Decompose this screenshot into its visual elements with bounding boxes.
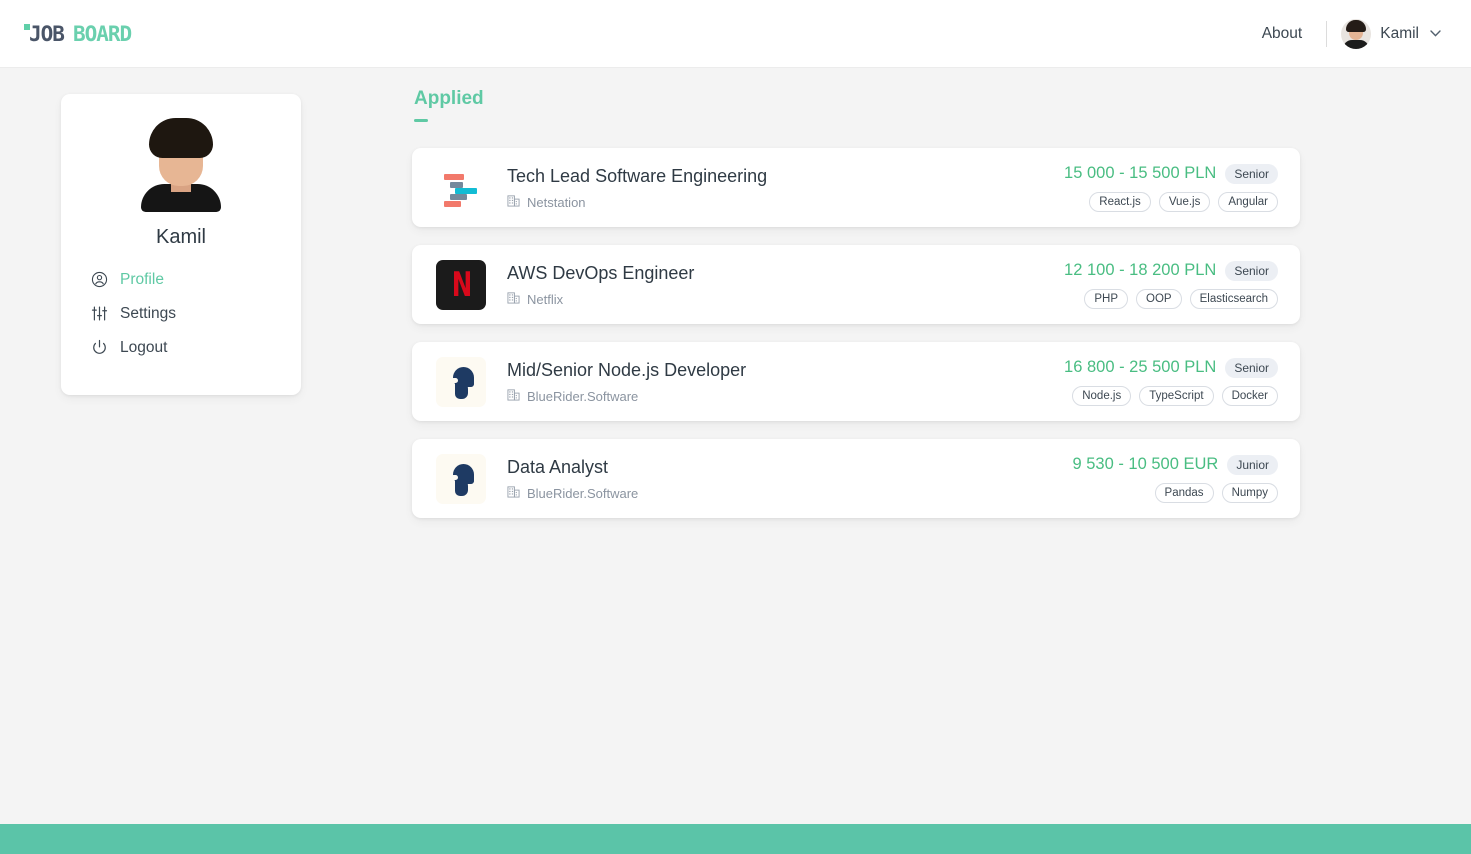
job-meta: 15 000 - 15 500 PLN Senior React.js Vue.… [1064, 163, 1278, 212]
top-header: JOB BOARD About Kamil [0, 0, 1471, 68]
job-salary: 15 000 - 15 500 PLN [1064, 164, 1217, 182]
profile-name: Kamil [155, 226, 206, 248]
logo-text-job: JOB [29, 21, 65, 46]
job-salary: 12 100 - 18 200 PLN [1064, 261, 1217, 279]
job-card[interactable]: N AWS DevOps Engineer Netflix 12 100 - 1… [412, 245, 1300, 324]
job-info: Tech Lead Software Engineering Netstatio… [507, 165, 767, 211]
profile-sidebar-card: Kamil Profile Settings Logout [61, 94, 301, 395]
job-tag[interactable]: TypeScript [1139, 385, 1214, 406]
job-tag[interactable]: Docker [1221, 385, 1278, 406]
job-salary: 9 530 - 10 500 EUR [1072, 455, 1219, 473]
job-card[interactable]: Mid/Senior Node.js Developer BlueRider.S… [412, 342, 1300, 421]
job-level-badge: Senior [1225, 357, 1278, 378]
job-tag[interactable]: React.js [1089, 191, 1151, 212]
job-info: Mid/Senior Node.js Developer BlueRider.S… [507, 359, 746, 405]
job-title: AWS DevOps Engineer [507, 262, 695, 283]
job-tag[interactable]: Node.js [1072, 385, 1132, 406]
sidebar-item-label: Settings [120, 304, 177, 322]
job-tag[interactable]: Angular [1218, 191, 1278, 212]
job-company-name: Netstation [527, 194, 586, 210]
job-title: Mid/Senior Node.js Developer [507, 359, 747, 380]
profile-avatar [133, 116, 229, 212]
job-tags: PHP OOP Elasticsearch [1084, 288, 1278, 309]
sidebar-item-label: Logout [120, 338, 168, 356]
job-tags: Pandas Numpy [1154, 482, 1278, 503]
avatar [1341, 18, 1372, 49]
job-company: BlueRider.Software [507, 485, 638, 501]
bluerider-logo-icon [436, 356, 486, 407]
job-info: Data Analyst BlueRider.Software [507, 456, 638, 502]
netflix-logo-letter: N [451, 264, 472, 305]
job-level-badge: Junior [1227, 454, 1278, 475]
job-tag[interactable]: PHP [1084, 288, 1129, 309]
sidebar-item-profile[interactable]: Profile [91, 267, 301, 292]
building-icon [507, 194, 520, 210]
sidebar-menu: Profile Settings Logout [61, 267, 301, 360]
job-tag[interactable]: Numpy [1221, 482, 1278, 503]
job-tag[interactable]: Elasticsearch [1189, 288, 1278, 309]
user-menu-label: Kamil [1380, 24, 1419, 42]
job-card[interactable]: Tech Lead Software Engineering Netstatio… [412, 148, 1300, 227]
netflix-logo-icon: N [436, 259, 486, 310]
main-content: Applied Tech Lead Software Engineering N… [412, 88, 1300, 536]
job-salary-row: 9 530 - 10 500 EUR Junior [1072, 454, 1278, 475]
job-meta: 12 100 - 18 200 PLN Senior PHP OOP Elast… [1064, 260, 1278, 309]
job-company-name: BlueRider.Software [527, 485, 639, 501]
logo-text-board: BOARD [72, 21, 132, 46]
page-root: JOB BOARD About Kamil Kamil Profile Sett… [0, 0, 1471, 854]
job-company-name: BlueRider.Software [527, 388, 639, 404]
job-company-name: Netflix [527, 291, 564, 307]
job-meta: 9 530 - 10 500 EUR Junior Pandas Numpy [1072, 454, 1278, 503]
job-salary-row: 12 100 - 18 200 PLN Senior [1064, 260, 1278, 281]
job-salary-row: 15 000 - 15 500 PLN Senior [1064, 163, 1278, 184]
job-tags: React.js Vue.js Angular [1089, 191, 1278, 212]
job-card[interactable]: Data Analyst BlueRider.Software 9 530 - … [412, 439, 1300, 518]
job-level-badge: Senior [1225, 260, 1278, 281]
job-level-badge: Senior [1225, 163, 1278, 184]
sidebar-item-logout[interactable]: Logout [91, 335, 301, 360]
job-meta: 16 800 - 25 500 PLN Senior Node.js TypeS… [1064, 357, 1278, 406]
job-salary: 16 800 - 25 500 PLN [1064, 358, 1217, 376]
page-title: Applied [414, 88, 484, 109]
job-tags: Node.js TypeScript Docker [1072, 385, 1278, 406]
header-divider [1326, 20, 1328, 47]
sidebar-item-settings[interactable]: Settings [91, 301, 301, 326]
job-info: AWS DevOps Engineer Netflix [507, 262, 694, 308]
job-tag[interactable]: Pandas [1154, 482, 1214, 503]
job-title: Tech Lead Software Engineering [507, 165, 768, 186]
job-title: Data Analyst [507, 456, 609, 477]
netstation-logo-icon [436, 162, 486, 213]
site-logo[interactable]: JOB BOARD [24, 21, 132, 46]
job-tag[interactable]: OOP [1136, 288, 1182, 309]
user-menu[interactable]: Kamil [1341, 18, 1441, 49]
chevron-down-icon[interactable] [1430, 28, 1441, 40]
job-tag[interactable]: Vue.js [1158, 191, 1211, 212]
building-icon [507, 291, 520, 307]
job-company: Netstation [507, 194, 767, 210]
building-icon [507, 485, 520, 501]
header-right-cluster: About Kamil [1252, 18, 1441, 49]
power-icon [91, 339, 108, 356]
user-circle-icon [91, 271, 108, 288]
applied-jobs-list: Tech Lead Software Engineering Netstatio… [412, 148, 1300, 518]
building-icon [507, 388, 520, 404]
job-company: Netflix [507, 291, 694, 307]
footer-bar [0, 824, 1471, 854]
title-underline [414, 119, 428, 122]
nav-link-about[interactable]: About [1252, 19, 1313, 49]
job-company: BlueRider.Software [507, 388, 746, 404]
sliders-icon [91, 305, 108, 322]
bluerider-logo-icon [436, 453, 486, 504]
job-salary-row: 16 800 - 25 500 PLN Senior [1064, 357, 1278, 378]
sidebar-item-label: Profile [120, 270, 164, 288]
